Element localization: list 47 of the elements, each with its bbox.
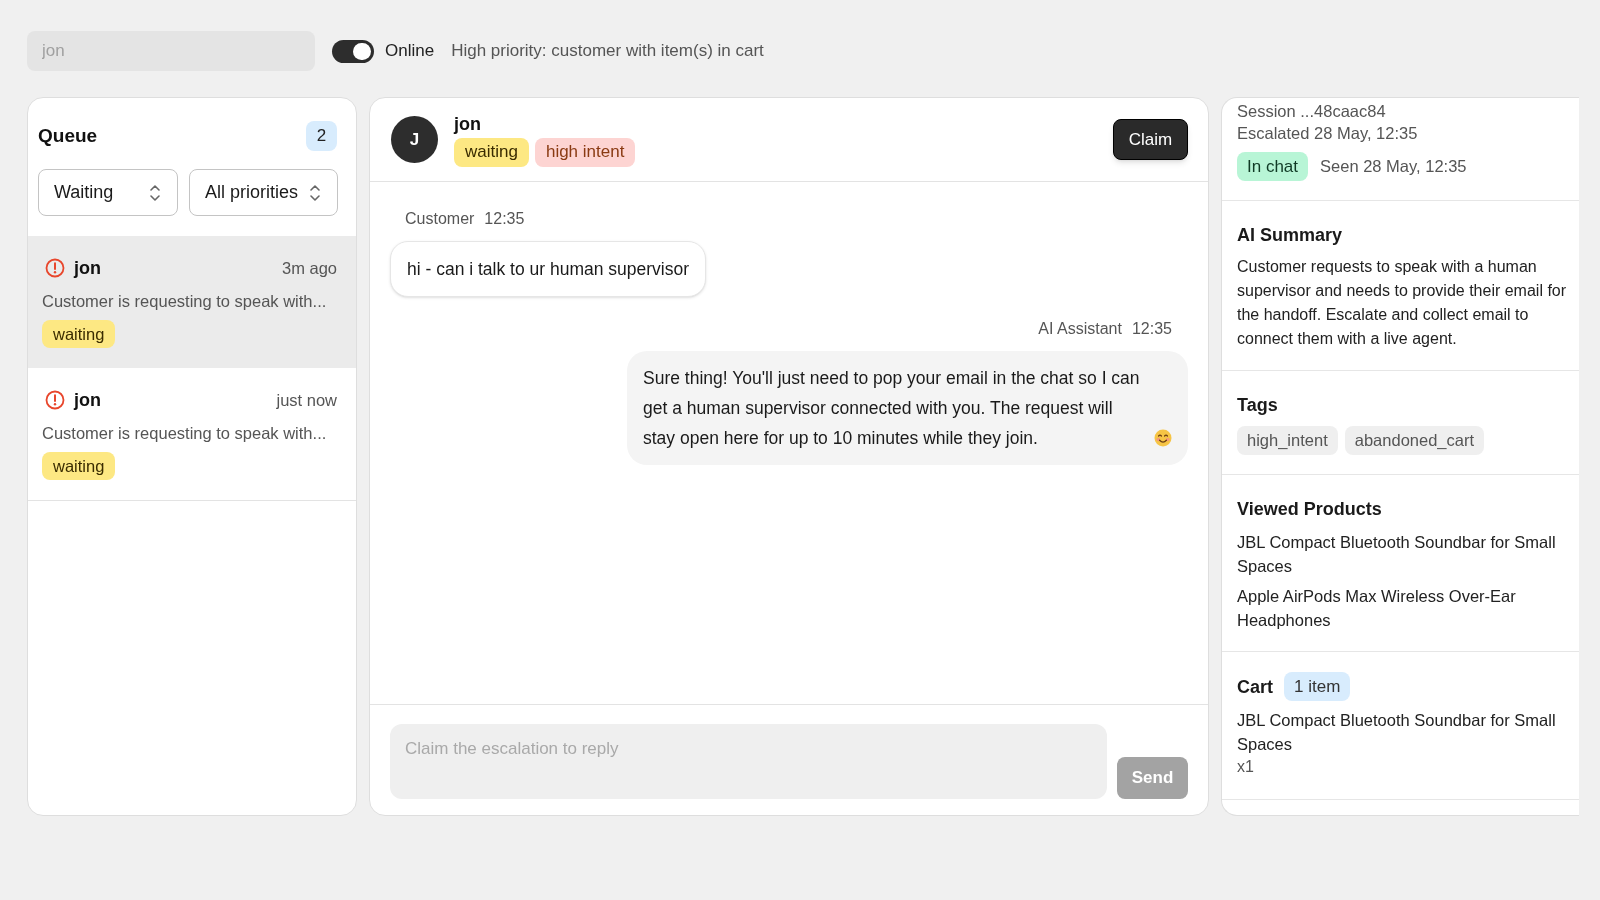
status-badge: waiting xyxy=(454,137,529,167)
chevron-up-down-icon xyxy=(309,183,321,202)
customer-name: jon xyxy=(74,388,101,412)
sender-name: Customer xyxy=(405,209,475,229)
toggle-label: Online xyxy=(385,40,435,63)
intent-badge: high intent xyxy=(534,137,636,167)
product-name: Apple AirPods Max Wireless Over-Ear Headphones xyxy=(1237,586,1517,631)
quantity-label: x1 xyxy=(1237,757,1255,777)
status-badge: waiting xyxy=(42,320,116,348)
filter-dropdown[interactable]: Waiting xyxy=(38,169,178,216)
avatar: J xyxy=(391,116,438,163)
filter-dropdown[interactable]: All priorities xyxy=(189,169,338,216)
priority-notice: High priority: customer with item(s) in cart xyxy=(451,40,764,63)
product-name: JBL Compact Bluetooth Soundbar for Small Spaces xyxy=(1237,532,1557,577)
message-text: hi - can i talk to ur human supervisor xyxy=(407,258,690,281)
product-name: JBL Compact Bluetooth Soundbar for Small Spaces xyxy=(1237,710,1557,755)
alert-circle-icon xyxy=(45,258,65,278)
section-heading: Cart xyxy=(1237,675,1273,699)
summary-text: Customer requests to speak with a human supervisor and needs to provide their email for the handoff. Escalate and collect email to connect them with a live agent. xyxy=(1237,257,1568,349)
message-preview: Customer is requesting to speak with... xyxy=(42,291,328,312)
message-time: 12:35 xyxy=(1131,319,1172,339)
queue-item[interactable]: jon 3m ago Customer is requesting to speak with... waiting xyxy=(28,236,356,368)
seen-time: Seen 28 May, 12:35 xyxy=(1320,156,1467,178)
status-badge: waiting xyxy=(42,452,116,480)
alert-circle-icon xyxy=(45,390,65,410)
message-text: Sure thing! You'll just need to pop your email in the chat so I can get a human supervisor connected with you. The request will stay open here for up to 10 minutes while they join. xyxy=(643,367,1141,450)
message-time: 12:35 xyxy=(484,209,525,229)
presence-badge: In chat xyxy=(1237,152,1309,181)
time-label: 3m ago xyxy=(281,257,337,279)
escalated-time: Escalated 28 May, 12:35 xyxy=(1237,123,1419,144)
customer-name: jon xyxy=(454,112,482,135)
section-heading: AI Summary xyxy=(1237,224,1344,247)
panel-title: Queue xyxy=(38,123,98,148)
section-heading: Tags xyxy=(1237,394,1279,417)
message-preview: Customer is requesting to speak with... xyxy=(42,423,328,444)
customer-name: jon xyxy=(74,256,101,280)
count-badge: 2 xyxy=(306,121,337,151)
toggle-switch[interactable] xyxy=(332,39,374,63)
section-heading: Viewed Products xyxy=(1237,498,1383,521)
chevron-up-down-icon xyxy=(149,183,161,202)
count-badge: 1 item xyxy=(1284,672,1351,701)
sender-name: AI Assistant xyxy=(1038,319,1122,339)
time-label: just now xyxy=(276,389,337,411)
tag-chip: high_intent xyxy=(1237,426,1338,455)
session-id: Session ...48caac84 xyxy=(1237,101,1387,122)
claim-button[interactable]: Claim xyxy=(1113,119,1188,160)
tag-chip: abandoned_cart xyxy=(1344,426,1485,455)
